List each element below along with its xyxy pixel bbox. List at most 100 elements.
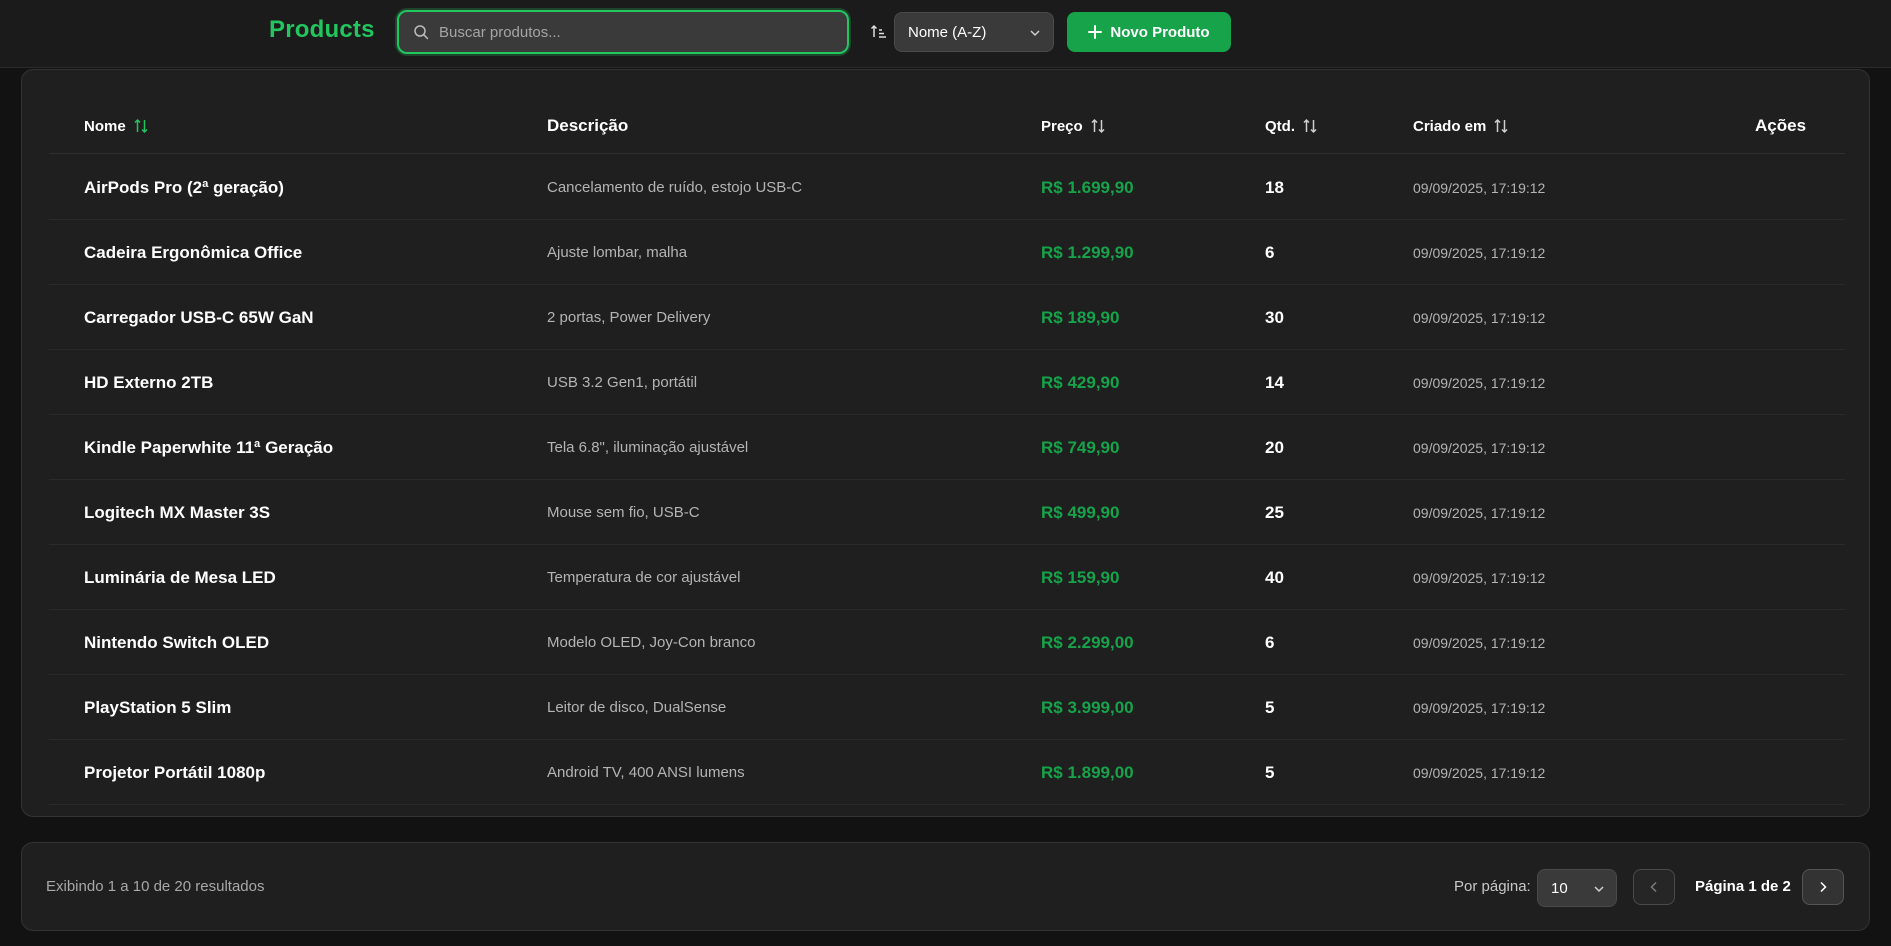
- table-row[interactable]: Kindle Paperwhite 11ª Geração Tela 6.8",…: [49, 415, 1845, 480]
- product-created: 09/09/2025, 17:19:12: [1413, 374, 1546, 391]
- column-header-description: Descrição: [547, 98, 628, 154]
- product-name: Projetor Portátil 1080p: [84, 762, 266, 782]
- product-name: PlayStation 5 Slim: [84, 697, 232, 717]
- product-description: Tela 6.8", iluminação ajustável: [547, 439, 749, 456]
- product-created: 09/09/2025, 17:19:12: [1413, 634, 1546, 651]
- product-qty: 20: [1265, 437, 1284, 457]
- product-price: R$ 189,90: [1041, 307, 1120, 327]
- table-row[interactable]: Nintendo Switch OLED Modelo OLED, Joy-Co…: [49, 610, 1845, 675]
- page-indicator: Página 1 de 2: [1695, 878, 1791, 895]
- column-header-name[interactable]: Nome: [84, 98, 149, 154]
- sort-arrows-icon: [1494, 118, 1508, 134]
- previous-page-button[interactable]: [1633, 869, 1675, 905]
- table-row[interactable]: Carregador USB-C 65W GaN 2 portas, Power…: [49, 285, 1845, 350]
- product-price: R$ 499,90: [1041, 502, 1120, 522]
- product-name: Carregador USB-C 65W GaN: [84, 307, 314, 327]
- table-row[interactable]: Luminária de Mesa LED Temperatura de cor…: [49, 545, 1845, 610]
- sort-select-value: Nome (A-Z): [908, 23, 987, 41]
- product-qty: 6: [1265, 632, 1275, 652]
- column-header-description-label: Descrição: [547, 116, 629, 135]
- product-description: Ajuste lombar, malha: [547, 244, 688, 261]
- column-header-qty[interactable]: Qtd.: [1265, 98, 1318, 154]
- products-table: Nome Descrição Preço Qtd. Criado em Açõe…: [21, 69, 1870, 817]
- per-page-select[interactable]: 10: [1537, 869, 1617, 907]
- product-price: R$ 3.999,00: [1041, 697, 1134, 717]
- sort-arrows-icon: [1091, 118, 1105, 134]
- results-summary: Exibindo 1 a 10 de 20 resultados: [46, 878, 265, 895]
- product-name: Nintendo Switch OLED: [84, 632, 270, 652]
- product-price: R$ 159,90: [1041, 567, 1120, 587]
- product-created: 09/09/2025, 17:19:12: [1413, 504, 1546, 521]
- product-qty: 18: [1265, 177, 1284, 197]
- column-header-created[interactable]: Criado em: [1413, 98, 1509, 154]
- column-header-actions: Ações: [1755, 98, 1806, 154]
- page-title: Products: [269, 16, 375, 43]
- per-page-label: Por página:: [1454, 878, 1531, 895]
- product-qty: 5: [1265, 697, 1275, 717]
- column-header-actions-label: Ações: [1755, 116, 1807, 135]
- product-price: R$ 1.899,00: [1041, 762, 1134, 782]
- chevron-right-icon: [1820, 881, 1827, 893]
- product-created: 09/09/2025, 17:19:12: [1413, 569, 1546, 586]
- chevron-left-icon: [1650, 881, 1657, 893]
- product-name: Luminária de Mesa LED: [84, 567, 276, 587]
- product-description: Android TV, 400 ANSI lumens: [547, 764, 745, 781]
- product-created: 09/09/2025, 17:19:12: [1413, 699, 1546, 716]
- table-row[interactable]: Logitech MX Master 3S Mouse sem fio, USB…: [49, 480, 1845, 545]
- chevron-down-icon: [1594, 886, 1604, 893]
- column-header-name-label: Nome: [84, 117, 126, 135]
- per-page-value: 10: [1551, 879, 1568, 897]
- product-description: Mouse sem fio, USB-C: [547, 504, 700, 521]
- product-qty: 25: [1265, 502, 1284, 522]
- top-bar: Products Nome (A-Z) Novo Produto: [0, 0, 1891, 68]
- product-created: 09/09/2025, 17:19:12: [1413, 309, 1546, 326]
- column-header-price-label: Preço: [1041, 117, 1083, 135]
- search-input[interactable]: [439, 18, 839, 46]
- column-header-qty-label: Qtd.: [1265, 117, 1295, 135]
- table-row[interactable]: HD Externo 2TB USB 3.2 Gen1, portátil R$…: [49, 350, 1845, 415]
- product-qty: 5: [1265, 762, 1275, 782]
- new-product-label: Novo Produto: [1110, 23, 1210, 41]
- sort-order-icon[interactable]: [870, 23, 888, 41]
- product-name: Kindle Paperwhite 11ª Geração: [84, 437, 334, 457]
- column-header-price[interactable]: Preço: [1041, 98, 1106, 154]
- product-qty: 14: [1265, 372, 1284, 392]
- product-description: Temperatura de cor ajustável: [547, 569, 741, 586]
- product-created: 09/09/2025, 17:19:12: [1413, 244, 1546, 261]
- sort-arrows-icon: [134, 118, 148, 134]
- product-name: Cadeira Ergonômica Office: [84, 242, 303, 262]
- chevron-down-icon: [1030, 30, 1040, 37]
- next-page-button[interactable]: [1802, 869, 1844, 905]
- product-name: AirPods Pro (2ª geração): [84, 177, 284, 197]
- product-description: Leitor de disco, DualSense: [547, 699, 727, 716]
- search-icon: [414, 25, 429, 40]
- table-row[interactable]: Cadeira Ergonômica Office Ajuste lombar,…: [49, 220, 1845, 285]
- pagination-bar: Exibindo 1 a 10 de 20 resultados Por pág…: [21, 842, 1870, 931]
- product-price: R$ 429,90: [1041, 372, 1120, 392]
- product-name: Logitech MX Master 3S: [84, 502, 271, 522]
- table-row[interactable]: AirPods Pro (2ª geração) Cancelamento de…: [49, 155, 1845, 220]
- product-description: Modelo OLED, Joy-Con branco: [547, 634, 756, 651]
- product-created: 09/09/2025, 17:19:12: [1413, 764, 1546, 781]
- table-row[interactable]: Projetor Portátil 1080p Android TV, 400 …: [49, 740, 1845, 805]
- product-qty: 30: [1265, 307, 1284, 327]
- product-price: R$ 2.299,00: [1041, 632, 1134, 652]
- table-header: Nome Descrição Preço Qtd. Criado em Açõe…: [49, 98, 1845, 154]
- plus-icon: [1088, 25, 1103, 39]
- product-price: R$ 1.299,90: [1041, 242, 1134, 262]
- product-description: 2 portas, Power Delivery: [547, 309, 711, 326]
- new-product-button[interactable]: Novo Produto: [1067, 12, 1231, 52]
- sort-select[interactable]: Nome (A-Z): [894, 12, 1054, 52]
- column-header-created-label: Criado em: [1413, 117, 1487, 135]
- product-price: R$ 749,90: [1041, 437, 1120, 457]
- product-description: USB 3.2 Gen1, portátil: [547, 374, 698, 391]
- product-description: Cancelamento de ruído, estojo USB-C: [547, 179, 803, 196]
- product-qty: 6: [1265, 242, 1275, 262]
- product-name: HD Externo 2TB: [84, 372, 214, 392]
- product-created: 09/09/2025, 17:19:12: [1413, 439, 1546, 456]
- product-qty: 40: [1265, 567, 1284, 587]
- table-row[interactable]: PlayStation 5 Slim Leitor de disco, Dual…: [49, 675, 1845, 740]
- product-price: R$ 1.699,90: [1041, 177, 1134, 197]
- search-box[interactable]: [397, 10, 849, 54]
- product-created: 09/09/2025, 17:19:12: [1413, 179, 1546, 196]
